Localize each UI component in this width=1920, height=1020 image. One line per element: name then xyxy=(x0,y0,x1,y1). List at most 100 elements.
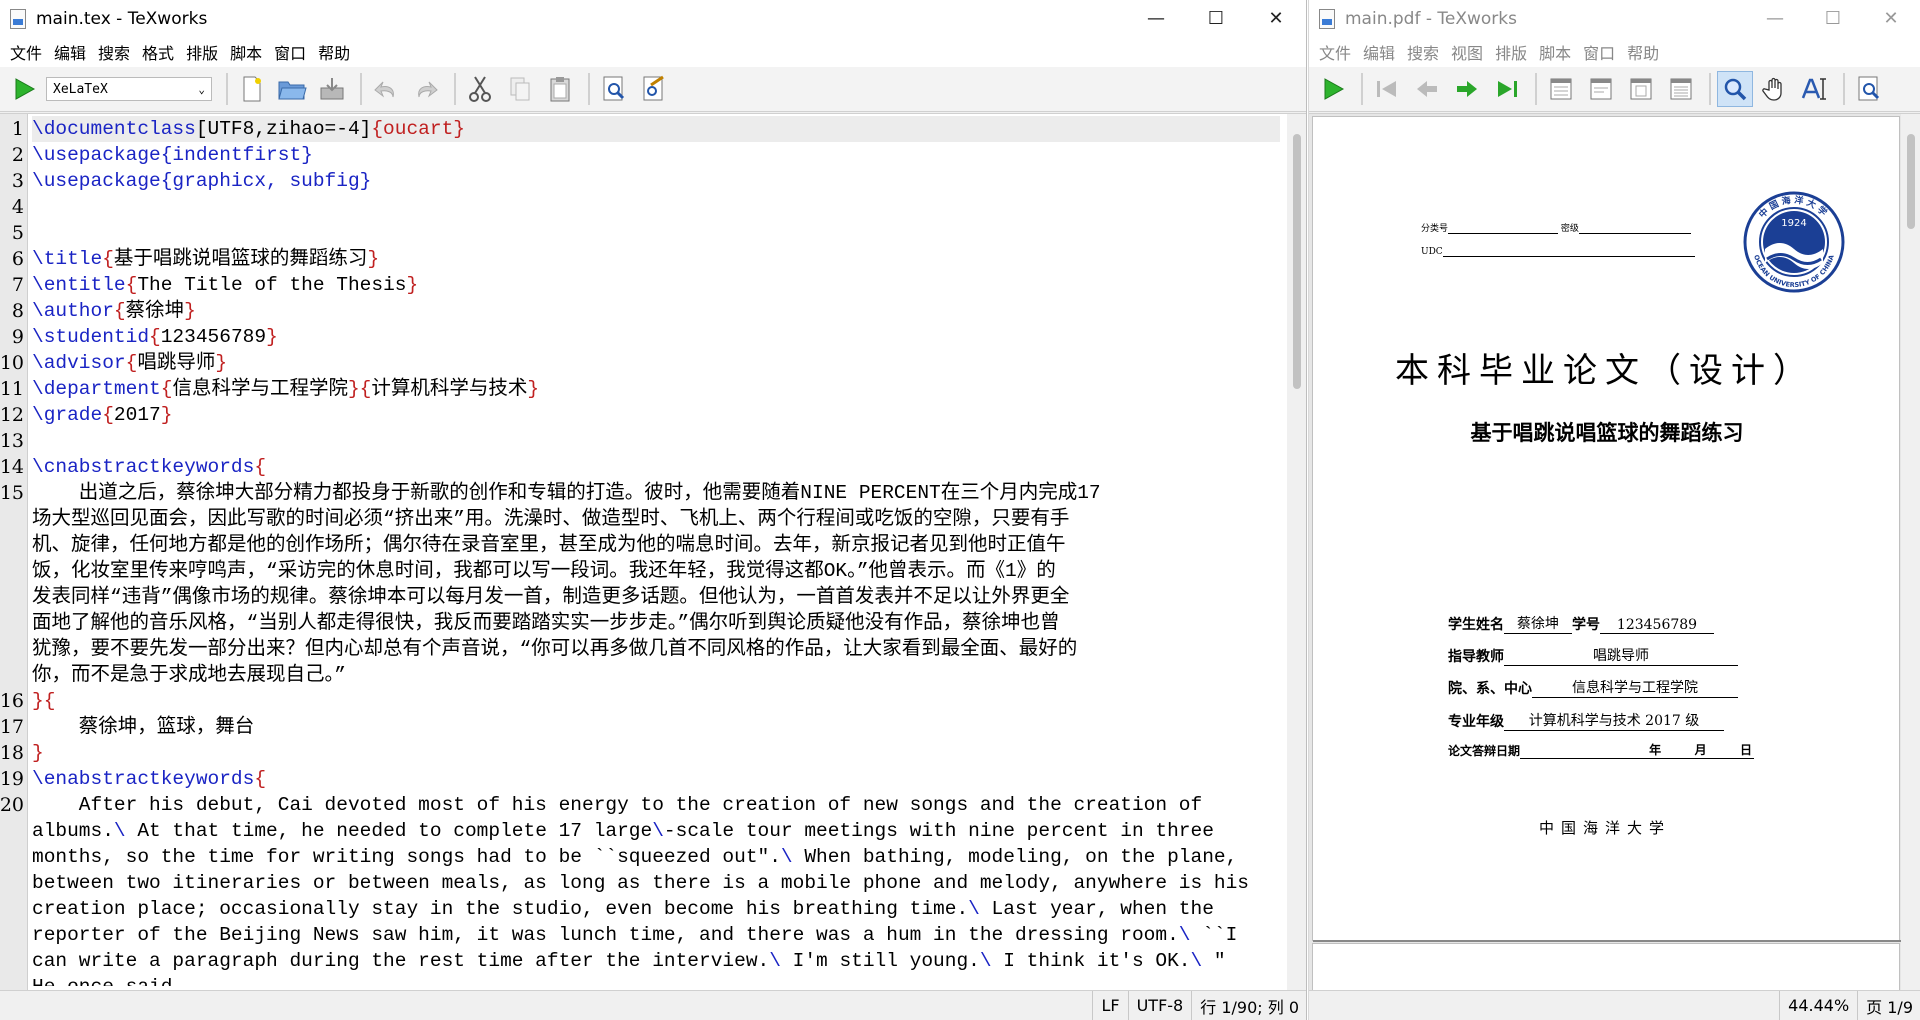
wrapped-line: 场大型巡回见面会，因此写歌的时间必须“挤出来”用。洗澡时、做造型时、飞机上、两个… xyxy=(32,508,1070,530)
wrapped-line: 机、旋律，任何地方都是他的创作场所；偶尔待在录音室里，甚至成为他的喘息时间。去年… xyxy=(32,534,1066,556)
latex-argument: 2017 xyxy=(113,404,161,426)
pdf-statusbar: 44.44% 页 1/9 xyxy=(1309,990,1920,1020)
editor-menubar: 文件 编辑 搜索 格式 排版 脚本 窗口 帮助 xyxy=(0,37,1306,67)
line-ending-indicator[interactable]: LF xyxy=(1092,990,1127,1020)
replace-button[interactable] xyxy=(636,71,672,107)
menu-typeset[interactable]: 排版 xyxy=(1495,40,1527,64)
line-number: 16 xyxy=(0,690,24,712)
university-name: 中国海洋大学 xyxy=(1539,819,1672,837)
pdf-viewer[interactable]: 分类号 密级 UDC 1924 中国海洋大学 OCEAN UNIVERSITY … xyxy=(1309,113,1920,993)
typeset-button[interactable] xyxy=(6,71,42,107)
latex-command: \advisor xyxy=(32,352,126,374)
engine-select[interactable]: XeLaTeX ⌄ xyxy=(46,77,212,101)
previous-page-button[interactable] xyxy=(1409,71,1445,107)
typeset-button[interactable] xyxy=(1315,71,1351,107)
menu-scripts[interactable]: 脚本 xyxy=(230,40,262,64)
copy-button[interactable] xyxy=(502,71,538,107)
close-button[interactable]: ✕ xyxy=(1246,0,1306,37)
scrollbar-thumb[interactable] xyxy=(1907,134,1915,229)
line-number: 7 xyxy=(11,274,24,296)
new-file-button[interactable] xyxy=(234,71,270,107)
first-page-button[interactable] xyxy=(1369,71,1405,107)
menu-help[interactable]: 帮助 xyxy=(1627,40,1659,64)
editor-toolbar: XeLaTeX ⌄ xyxy=(0,67,1306,112)
wrapped-line: 饭，化妆室里传来哼鸣声，“采访完的休息时间，我都可以写一段词。我还年轻，我觉得这… xyxy=(32,560,1056,582)
page-indicator[interactable]: 页 1/9 xyxy=(1857,990,1920,1020)
latex-command: \studentid xyxy=(32,326,150,348)
advisor-value: 唱跳导师 xyxy=(1504,645,1738,666)
code-line: \cnabstractkeywords{ xyxy=(32,456,267,478)
department-row: 院、系、中心 信息科学与工程学院 xyxy=(1448,677,1738,698)
line-number: 19 xyxy=(0,768,24,790)
cut-button[interactable] xyxy=(462,71,498,107)
udc-label: UDC xyxy=(1421,247,1443,257)
menu-file[interactable]: 文件 xyxy=(1319,40,1351,64)
maximize-button[interactable]: ☐ xyxy=(1186,0,1246,37)
encoding-indicator[interactable]: UTF-8 xyxy=(1127,990,1192,1020)
menu-edit[interactable]: 编辑 xyxy=(1363,40,1395,64)
fit-content-button[interactable] xyxy=(1663,71,1699,107)
cursor-position: 行 1/90; 列 0 xyxy=(1191,990,1306,1020)
menu-help[interactable]: 帮助 xyxy=(318,40,350,64)
seal-year: 1924 xyxy=(1781,218,1806,229)
maximize-button[interactable]: ☐ xyxy=(1804,0,1862,37)
menu-format[interactable]: 格式 xyxy=(142,40,174,64)
menu-window[interactable]: 窗口 xyxy=(274,40,306,64)
redo-button[interactable] xyxy=(408,71,444,107)
major-label: 专业年级 xyxy=(1448,714,1504,730)
zoom-level[interactable]: 44.44% xyxy=(1779,990,1857,1020)
menu-scripts[interactable]: 脚本 xyxy=(1539,40,1571,64)
menu-edit[interactable]: 编辑 xyxy=(54,40,86,64)
wrapped-line: 出道之后，蔡徐坤大部分精力都投身于新歌的创作和专辑的打造。彼时，他需要随着NIN… xyxy=(32,482,1101,504)
document-heading: 本科毕业论文（设计） xyxy=(1395,351,1815,391)
wrapped-line: can write a paragraph during the rest ti… xyxy=(32,950,1226,972)
classno-field: 分类号 密级 xyxy=(1421,221,1691,234)
editor-vertical-scrollbar[interactable] xyxy=(1287,114,1306,991)
toolbar-separator xyxy=(360,73,362,105)
pdf-vertical-scrollbar[interactable] xyxy=(1901,114,1920,991)
scroll-tool-button[interactable] xyxy=(1757,71,1793,107)
find-button[interactable] xyxy=(596,71,632,107)
scrollbar-thumb[interactable] xyxy=(1293,134,1301,389)
magnify-tool-button[interactable] xyxy=(1717,71,1753,107)
code-line: \entitle{The Title of the Thesis} xyxy=(32,274,419,296)
latex-command: \documentclass xyxy=(32,118,196,140)
latex-argument: 唱跳导师 xyxy=(137,352,216,374)
minimize-button[interactable]: — xyxy=(1746,0,1804,37)
toolbar-separator xyxy=(1535,73,1537,105)
menu-typeset[interactable]: 排版 xyxy=(186,40,218,64)
chinese-abstract-paragraph: 出道之后，蔡徐坤大部分精力都投身于新歌的创作和专辑的打造。彼时，他需要随着NIN… xyxy=(32,480,1280,688)
defense-date-value: 年 月 日 xyxy=(1520,741,1755,759)
fit-window-button[interactable] xyxy=(1623,71,1659,107)
save-file-button[interactable] xyxy=(314,71,350,107)
menu-window[interactable]: 窗口 xyxy=(1583,40,1615,64)
select-text-tool-button[interactable] xyxy=(1797,71,1833,107)
menu-search[interactable]: 搜索 xyxy=(1407,40,1439,64)
fit-window-icon xyxy=(1630,78,1652,100)
code-editor[interactable]: 1 2 3 4 5 6 7 8 9 10 11 12 13 14 15 16 1… xyxy=(0,113,1306,991)
latex-command: \usepackage xyxy=(32,144,161,166)
last-page-button[interactable] xyxy=(1489,71,1525,107)
arrow-right-icon xyxy=(1457,81,1477,97)
paste-button[interactable] xyxy=(542,71,578,107)
code-text[interactable]: \documentclass[UTF8,zihao=-4]{oucart} \u… xyxy=(32,116,1280,986)
latex-command: \enabstractkeywords xyxy=(32,768,255,790)
actual-size-button[interactable] xyxy=(1543,71,1579,107)
latex-command: \grade xyxy=(32,404,103,426)
undo-button[interactable] xyxy=(368,71,404,107)
find-button[interactable] xyxy=(1851,71,1887,107)
latex-command: \usepackage xyxy=(32,170,161,192)
code-line: \studentid{123456789} xyxy=(32,326,278,348)
pdf-page-next[interactable] xyxy=(1312,943,1900,993)
next-page-button[interactable] xyxy=(1449,71,1485,107)
open-file-button[interactable] xyxy=(274,71,310,107)
line-number: 12 xyxy=(0,404,24,426)
minimize-button[interactable]: — xyxy=(1126,0,1186,37)
menu-view[interactable]: 视图 xyxy=(1451,40,1483,64)
menu-search[interactable]: 搜索 xyxy=(98,40,130,64)
menu-file[interactable]: 文件 xyxy=(10,40,42,64)
close-button[interactable]: ✕ xyxy=(1862,0,1920,37)
pdf-page[interactable]: 分类号 密级 UDC 1924 中国海洋大学 OCEAN UNIVERSITY … xyxy=(1312,116,1901,942)
fit-width-button[interactable] xyxy=(1583,71,1619,107)
